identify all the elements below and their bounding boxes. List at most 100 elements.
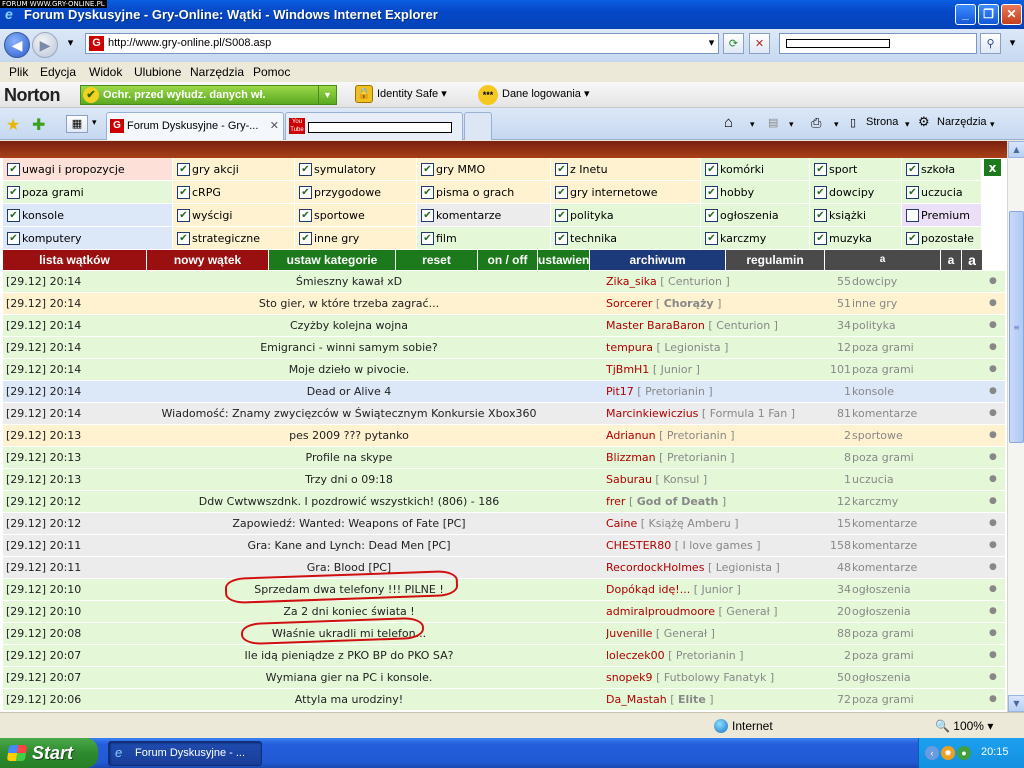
forward-button[interactable]: ▶ bbox=[32, 32, 58, 58]
nav-button[interactable]: a bbox=[962, 250, 983, 270]
category-checkbox[interactable]: ✔ bbox=[7, 186, 20, 199]
author-link[interactable]: Blizzman bbox=[606, 451, 656, 464]
page-dropdown-icon[interactable]: ▾ bbox=[905, 119, 910, 130]
tools-dropdown-icon[interactable]: ▾ bbox=[990, 119, 995, 130]
identity-safe-button[interactable]: 🔒 Identity Safe ▾ bbox=[355, 85, 447, 103]
author-link[interactable]: RecordockHolmes bbox=[606, 561, 704, 574]
author-link[interactable]: CHESTER80 bbox=[606, 539, 671, 552]
category-filter[interactable]: ✔ uczucia bbox=[902, 181, 982, 204]
category-checkbox[interactable]: ✔ bbox=[421, 232, 434, 245]
thread-title-link[interactable]: Ile idą pieniądze z PKO BP do PKO SA? bbox=[93, 645, 605, 666]
author-link[interactable]: loleczek00 bbox=[606, 649, 665, 662]
thread-title-link[interactable]: Dead or Alive 4 bbox=[93, 381, 605, 402]
quick-tabs-icon[interactable]: ▦ bbox=[66, 115, 88, 133]
thread-row[interactable]: [29.12] 20:10 Sprzedam dwa telefony !!! P… bbox=[3, 579, 1005, 601]
tools-menu[interactable]: Narzędzia bbox=[937, 116, 987, 128]
thread-row[interactable]: [29.12] 20:13 pes 2009 ??? pytanko Adrianu… bbox=[3, 425, 1005, 447]
category-filter[interactable]: ✔ gry akcji bbox=[173, 158, 295, 181]
thread-title-link[interactable]: Wiadomość: Znamy zwycięzców w Świąteczny… bbox=[93, 403, 605, 424]
category-filter[interactable]: ✔ karczmy bbox=[701, 227, 810, 250]
category-checkbox[interactable]: ✔ bbox=[177, 232, 190, 245]
category-filter[interactable]: ✔ książki bbox=[810, 204, 902, 227]
thread-row[interactable]: [29.12] 20:08 Właśnie ukradli mi telefon.… bbox=[3, 623, 1005, 645]
print-icon[interactable]: ⎙ bbox=[811, 115, 821, 131]
category-checkbox[interactable]: ✔ bbox=[705, 163, 718, 176]
category-checkbox[interactable]: ✔ bbox=[299, 209, 312, 222]
stop-button[interactable]: ✕ bbox=[749, 33, 770, 54]
thread-title-link[interactable]: Wymiana gier na PC i konsole. bbox=[93, 667, 605, 688]
tray-norton-icon[interactable]: ● bbox=[957, 746, 971, 760]
category-filter[interactable]: ✔ hobby bbox=[701, 181, 810, 204]
nav-button[interactable]: a bbox=[941, 250, 962, 270]
search-options-icon[interactable]: ▾ bbox=[1002, 33, 1023, 54]
category-checkbox[interactable]: ✔ bbox=[814, 186, 827, 199]
author-link[interactable]: Sorcerer bbox=[606, 297, 652, 310]
category-filter[interactable]: ✔ komputery bbox=[3, 227, 173, 250]
tab-forum[interactable]: G Forum Dyskusyjne - Gry-... ✕ bbox=[106, 112, 284, 140]
scroll-up-icon[interactable]: ▲ bbox=[1008, 141, 1024, 158]
thread-row[interactable]: [29.12] 20:14 Śmieszny kawał xD Zika_sika … bbox=[3, 271, 1005, 293]
nav-button[interactable]: a bbox=[825, 250, 941, 270]
thread-row[interactable]: [29.12] 20:13 Trzy dni o 09:18 Saburau [ K… bbox=[3, 469, 1005, 491]
address-input[interactable]: G http://www.gry-online.pl/S008.asp bbox=[85, 33, 719, 54]
category-filter[interactable]: ✔ pisma o grach bbox=[417, 181, 551, 204]
feeds-icon[interactable]: ▤ bbox=[768, 116, 778, 129]
close-categories-button[interactable]: x bbox=[983, 158, 1002, 177]
page-menu[interactable]: Strona bbox=[866, 116, 898, 128]
category-checkbox[interactable]: ✔ bbox=[705, 209, 718, 222]
author-link[interactable]: Dopókąd idę!... bbox=[606, 583, 690, 596]
category-checkbox[interactable]: ✔ bbox=[906, 232, 919, 245]
category-checkbox[interactable]: ✔ bbox=[299, 186, 312, 199]
category-filter[interactable]: ✔ muzyka bbox=[810, 227, 902, 250]
thread-title-link[interactable]: Śmieszny kawał xD bbox=[93, 271, 605, 292]
category-filter[interactable]: ✔ inne gry bbox=[295, 227, 417, 250]
category-filter[interactable]: ✔ pozostałe bbox=[902, 227, 982, 250]
nav-button[interactable]: ustaw kategorie bbox=[269, 250, 396, 270]
refresh-button[interactable]: ⟳ bbox=[723, 33, 744, 54]
thread-row[interactable]: [29.12] 20:06 Attyla ma urodziny! Da_Masta… bbox=[3, 689, 1005, 711]
category-checkbox[interactable]: ✔ bbox=[299, 232, 312, 245]
logins-button[interactable]: *** Dane logowania ▾ bbox=[478, 85, 589, 105]
close-window-button[interactable]: ✕ bbox=[1001, 4, 1022, 25]
thread-row[interactable]: [29.12] 20:12 Ddw Cwtwwszdnk. I pozdrowić… bbox=[3, 491, 1005, 513]
scroll-down-icon[interactable]: ▼ bbox=[1008, 695, 1024, 712]
category-checkbox[interactable]: ✔ bbox=[7, 163, 20, 176]
category-filter[interactable]: ✔ przygodowe bbox=[295, 181, 417, 204]
close-tab-icon[interactable]: ✕ bbox=[270, 113, 279, 139]
thread-title-link[interactable]: Emigranci - winni samym sobie? bbox=[93, 337, 605, 358]
category-checkbox[interactable]: ✔ bbox=[421, 186, 434, 199]
tab-list-dropdown-icon[interactable]: ▾ bbox=[92, 118, 97, 128]
category-checkbox[interactable]: ✔ bbox=[814, 232, 827, 245]
category-checkbox[interactable]: ✔ bbox=[177, 163, 190, 176]
author-link[interactable]: Da_Mastah bbox=[606, 693, 667, 706]
author-link[interactable]: Juvenille bbox=[606, 627, 652, 640]
category-checkbox[interactable]: ✔ bbox=[906, 163, 919, 176]
search-icon[interactable]: ⚲ bbox=[980, 33, 1001, 54]
thread-row[interactable]: [29.12] 20:11 Gra: Blood [PC] RecordockHol… bbox=[3, 557, 1005, 579]
thread-row[interactable]: [29.12] 20:11 Gra: Kane and Lynch: Dead M… bbox=[3, 535, 1005, 557]
maximize-button[interactable]: ❐ bbox=[978, 4, 999, 25]
author-link[interactable]: admiralproudmoore bbox=[606, 605, 715, 618]
thread-title-link[interactable]: Właśnie ukradli mi telefon... bbox=[93, 623, 605, 644]
search-input[interactable] bbox=[779, 33, 977, 54]
add-favorites-icon[interactable]: ✚ bbox=[32, 115, 45, 134]
category-filter[interactable]: ✔ strategiczne bbox=[173, 227, 295, 250]
tray-sun-icon[interactable]: ✹ bbox=[941, 746, 955, 760]
category-filter[interactable]: ✔ komórki bbox=[701, 158, 810, 181]
menu-edit[interactable]: Edycja bbox=[40, 65, 76, 79]
category-filter[interactable]: ✔ sport bbox=[810, 158, 902, 181]
nav-button[interactable]: lista wątków bbox=[3, 250, 147, 270]
category-checkbox[interactable]: ✔ bbox=[555, 163, 568, 176]
category-checkbox[interactable]: ✔ bbox=[421, 163, 434, 176]
address-dropdown-icon[interactable]: ▾ bbox=[701, 33, 722, 54]
thread-title-link[interactable]: Zapowiedź: Wanted: Weapons of Fate [PC] bbox=[93, 513, 605, 534]
category-filter[interactable]: ✔ konsole bbox=[3, 204, 173, 227]
category-checkbox[interactable]: ✔ bbox=[906, 186, 919, 199]
category-filter[interactable]: ✔ dowcipy bbox=[810, 181, 902, 204]
category-checkbox[interactable]: ✔ bbox=[705, 186, 718, 199]
thread-title-link[interactable]: Gra: Kane and Lynch: Dead Men [PC] bbox=[93, 535, 605, 556]
thread-title-link[interactable]: Sto gier, w które trzeba zagrać... bbox=[93, 293, 605, 314]
minimize-button[interactable]: _ bbox=[955, 4, 976, 25]
menu-help[interactable]: Pomoc bbox=[253, 65, 290, 79]
category-checkbox[interactable]: ✔ bbox=[7, 209, 20, 222]
